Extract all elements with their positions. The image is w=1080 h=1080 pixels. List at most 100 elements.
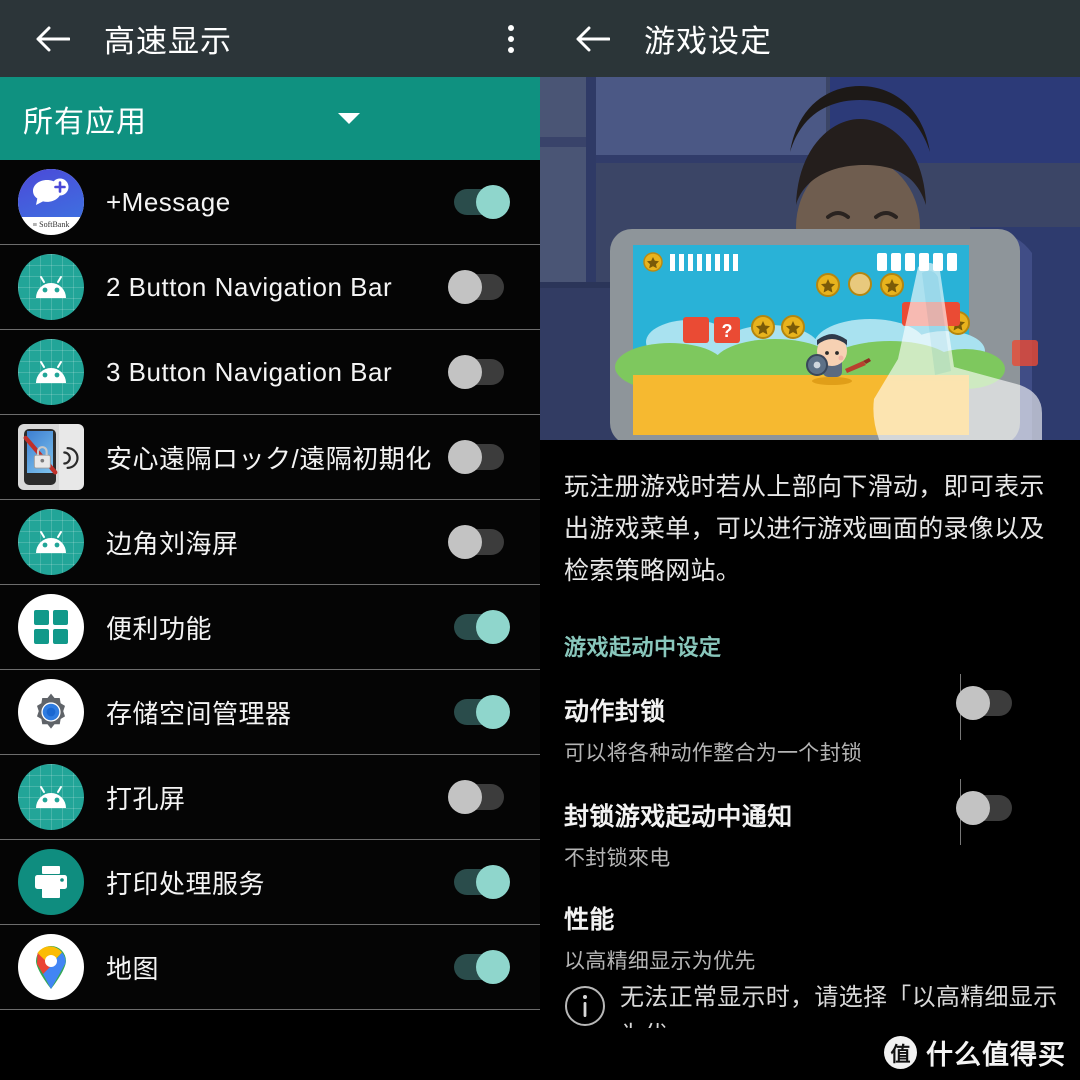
list-item[interactable]: 2 Button Navigation Bar [0,245,540,330]
svg-text:?: ? [722,321,733,341]
maps-pin-glyph [36,946,66,989]
toggle-thumb [448,525,482,559]
android-droid-icon [18,509,84,575]
list-item[interactable]: 便利功能 [0,585,540,670]
list-item-label: 安心遠隔ロック/遠隔初期化 [106,443,432,474]
app-filter-spinner[interactable]: 所有应用 [0,77,540,160]
preference-texts: 封锁游戏起动中通知 不封锁來电 [564,797,964,872]
maps-pin-icon [18,934,84,1000]
list-item-label: +Message [106,186,231,217]
wifi-waves-glyph [62,446,79,469]
printer-glyph [35,866,67,898]
list-item-label: 便利功能 [106,613,213,644]
list-item[interactable]: 存储空间管理器 [0,670,540,755]
list-item-label: 打孔屏 [106,783,186,814]
app-toggle[interactable] [448,440,510,474]
back-arrow-glyph [36,26,70,51]
chevron-down-icon [338,113,360,124]
list-item[interactable]: 打印处理服务 [0,840,540,925]
preference-toggle[interactable] [956,791,1018,825]
right-pane-game-settings: 游戏设定 ? 玩注册游戏时若从上部向下滑动，即可表示出游戏菜单，可以进行游戏画面… [540,0,1080,1080]
toggle-thumb [448,355,482,389]
app-toggle[interactable] [448,610,510,644]
list-item-label: 存储空间管理器 [106,698,292,729]
back-arrow-icon[interactable] [24,26,82,52]
android-droid-icon [18,254,84,320]
back-arrow-icon[interactable] [564,26,622,52]
gear-icon [18,679,84,745]
grid-squares-icon [18,594,84,660]
printer-icon [18,849,84,915]
app-toggle[interactable] [448,865,510,899]
toggle-thumb [956,686,990,720]
app-toggle[interactable] [448,950,510,984]
dot [508,46,514,53]
list-item[interactable]: 地图 [0,925,540,1010]
info-circle-icon [564,985,608,1032]
list-item[interactable]: ≡ SoftBank +Message [0,160,540,245]
app-list: ≡ SoftBank +Message 2 Button Navigation … [0,160,540,1010]
lock-slash-glyph [23,435,58,475]
droid-glyph [36,531,66,553]
game-description: 玩注册游戏时若从上部向下滑动，即可表示出游戏菜单，可以进行游戏画面的录像以及检索… [564,473,1045,585]
app-toggle[interactable] [448,695,510,729]
list-item-label: 边角刘海屏 [106,528,239,559]
right-appbar: 游戏设定 [540,0,1080,77]
preference-row-block-notifications[interactable]: 封锁游戏起动中通知 不封锁來电 [540,767,1080,872]
dot [508,35,514,42]
preference-title: 封锁游戏起动中通知 [564,803,793,831]
list-item[interactable]: 打孔屏 [0,755,540,840]
dot [508,24,514,31]
preference-toggle[interactable] [956,686,1018,720]
info-circle-glyph [565,986,605,1026]
preference-texts: 性能 以高精细显示为优先 [564,900,964,975]
page-title: 高速显示 [104,24,232,59]
watermark: 值 什么值得买 [884,1033,1066,1072]
preference-subtitle: 可以将各种动作整合为一个封锁 [564,742,863,765]
preference-row-action-block[interactable]: 动作封锁 可以将各种动作整合为一个封锁 [540,662,1080,767]
softbank-label: ≡ SoftBank [32,220,70,229]
plus-message-icon: ≡ SoftBank [18,169,84,235]
app-toggle[interactable] [448,355,510,389]
list-item-label: 2 Button Navigation Bar [106,271,393,302]
android-droid-icon [18,339,84,405]
watermark-badge: 值 [884,1036,917,1069]
preference-texts: 动作封锁 可以将各种动作整合为一个封锁 [564,692,964,767]
list-item-label: 地图 [106,953,160,984]
chat-bubble-plus-glyph [33,178,69,205]
remote-lock-icon [18,424,84,490]
toggle-thumb [448,270,482,304]
gear-glyph [37,693,65,729]
toggle-thumb [476,950,510,984]
android-droid-icon [18,764,84,830]
back-arrow-glyph [576,26,610,51]
preference-subtitle: 不封锁來电 [564,847,671,870]
preference-title: 动作封锁 [564,698,666,726]
dual-screenshot: 高速显示 所有应用 ≡ SoftBank +Message 2 Button N… [0,0,1080,1080]
left-pane-high-speed-display: 高速显示 所有应用 ≡ SoftBank +Message 2 Button N… [0,0,540,1080]
left-appbar: 高速显示 [0,0,540,77]
app-toggle[interactable] [448,780,510,814]
preference-title: 性能 [564,906,615,934]
droid-glyph [36,276,66,298]
toggle-thumb [476,185,510,219]
app-toggle[interactable] [448,270,510,304]
droid-glyph [36,786,66,808]
preference-row-performance[interactable]: 性能 以高精细显示为优先 [540,872,1080,975]
toggle-thumb [476,865,510,899]
app-toggle[interactable] [448,185,510,219]
toggle-thumb [476,610,510,644]
list-item-label: 打印处理服务 [106,868,266,899]
illustration-person-playing-game-on-tablet: ? [540,77,1080,440]
list-item[interactable]: 边角刘海屏 [0,500,540,585]
page-title: 游戏设定 [644,24,772,59]
toggle-thumb [956,791,990,825]
droid-glyph [36,361,66,383]
hero-illustration: ? [540,77,1080,440]
overflow-menu-icon[interactable] [508,24,514,53]
list-item[interactable]: 安心遠隔ロック/遠隔初期化 [0,415,540,500]
list-item[interactable]: 3 Button Navigation Bar [0,330,540,415]
toggle-thumb [448,780,482,814]
app-toggle[interactable] [448,525,510,559]
preference-subtitle: 以高精细显示为优先 [564,950,756,973]
